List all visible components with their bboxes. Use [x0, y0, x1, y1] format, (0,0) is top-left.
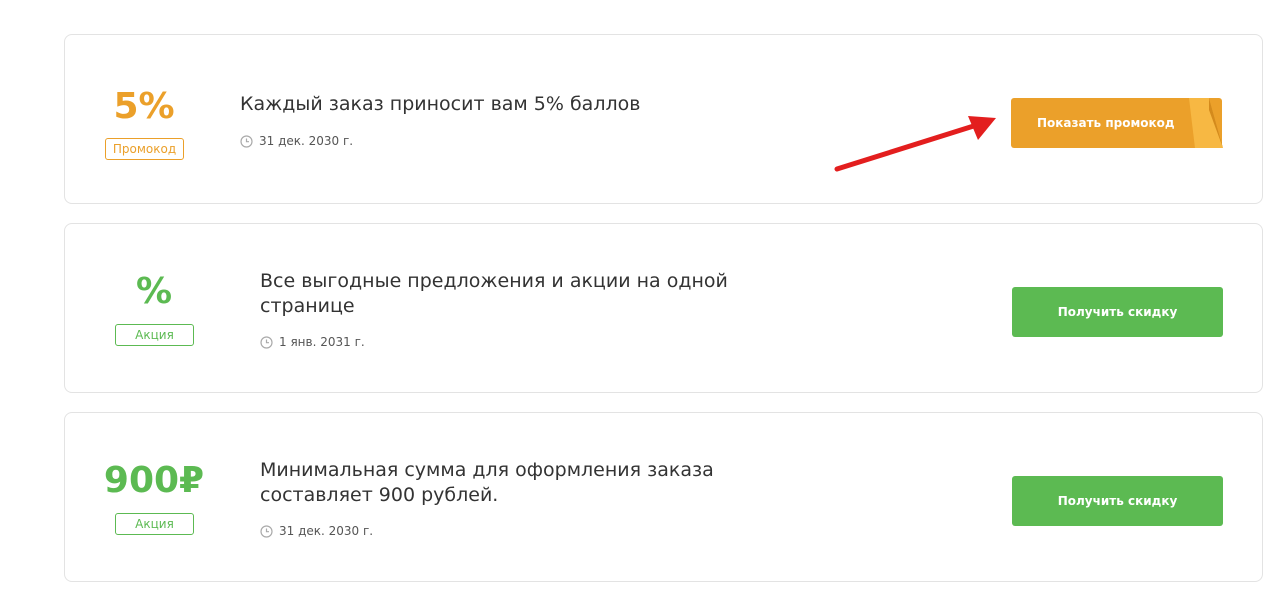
offer-date: 31 дек. 2030 г. [260, 523, 373, 539]
clock-icon [260, 335, 273, 349]
get-discount-button[interactable]: Получить скидку [1012, 287, 1223, 337]
clock-icon [240, 134, 253, 148]
offer-value: 5% [113, 86, 175, 127]
offer-value: % [135, 271, 173, 312]
offer-title: Минимальная сумма для оформления заказа … [260, 459, 714, 506]
offer-card-promocode: 5% Промокод Каждый заказ приносит вам 5%… [64, 34, 1263, 204]
offer-type-badge: Промокод [105, 138, 184, 160]
offer-type-badge: Акция [115, 513, 194, 535]
get-discount-button[interactable]: Получить скидку [1012, 476, 1223, 526]
show-promocode-label: Показать промокод [1037, 116, 1175, 130]
offer-title: Все выгодные предложения и акции на одно… [260, 270, 728, 317]
offer-type-badge: Акция [115, 324, 194, 346]
offer-title: Каждый заказ приносит вам 5% баллов [240, 93, 641, 115]
arrow-annotation [834, 116, 996, 172]
promocode-fold-icon [1189, 98, 1223, 148]
offer-card-min-order: 900₽ Акция Минимальная сумма для оформле… [64, 412, 1263, 582]
offer-date-text: 31 дек. 2030 г. [279, 524, 374, 538]
offer-date: 31 дек. 2030 г. [240, 133, 353, 149]
offer-date-text: 31 дек. 2030 г. [259, 134, 354, 148]
offer-value: 900₽ [103, 460, 205, 501]
offer-date: 1 янв. 2031 г. [260, 334, 365, 350]
show-promocode-button[interactable]: Показать промокод [1011, 98, 1223, 148]
offer-card-deals: % Акция Все выгодные предложения и акции… [64, 223, 1263, 393]
offer-date-text: 1 янв. 2031 г. [279, 335, 365, 349]
clock-icon [260, 524, 273, 538]
